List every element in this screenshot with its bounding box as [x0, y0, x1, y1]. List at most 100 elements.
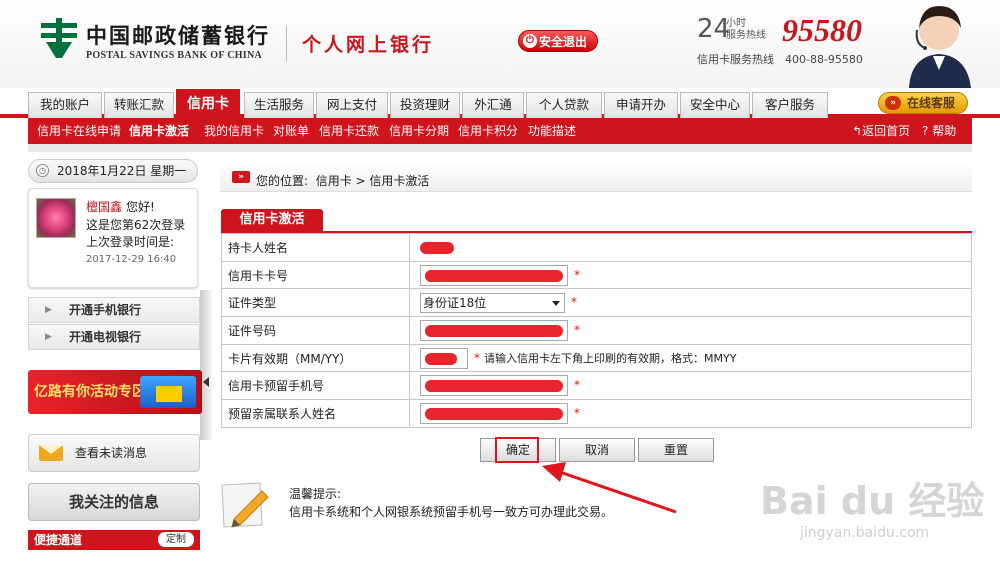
followed-info-button[interactable]: 我关注的信息 — [28, 483, 200, 521]
tab-life-services[interactable]: 生活服务 — [244, 92, 314, 118]
phone-input[interactable] — [420, 375, 568, 397]
form-row-relative: 预留亲属联系人姓名 * — [221, 399, 972, 428]
subnav-points[interactable]: 信用卡积分 — [458, 121, 518, 141]
logout-button[interactable]: ⏻ 安全退出 — [518, 30, 598, 52]
tips-title: 温馨提示: — [289, 487, 342, 501]
redacted-value — [425, 324, 563, 337]
promo-banner[interactable]: 亿路有你活动专区 — [28, 370, 202, 414]
breadcrumb-text: 您的位置: 信用卡 > 信用卡激活 — [256, 172, 429, 189]
user-name: 檀国鑫 — [86, 200, 123, 214]
help-icon: ? — [922, 124, 929, 138]
last-login-time: 2017-12-29 16:40 — [86, 254, 177, 265]
form-row-card-no: 信用卡卡号 * — [221, 260, 972, 290]
bank-name-en: POSTAL SAVINGS BANK OF CHINA — [86, 50, 263, 61]
tips-text: 信用卡系统和个人网银系统预留手机号一致方可办理此交易。 — [289, 505, 614, 519]
sidebar-item-label: 开通手机银行 — [69, 303, 142, 317]
required-mark: * — [574, 405, 580, 420]
tab-investment[interactable]: 投资理财 — [390, 92, 460, 118]
power-icon: ⏻ — [523, 34, 537, 48]
last-login-label: 上次登录时间是: — [86, 235, 175, 249]
card-number-label: 信用卡卡号 — [221, 260, 410, 290]
arrow-right-icon: ▶ — [45, 332, 52, 342]
form-row-id-no: 证件号码 * — [221, 316, 972, 345]
unread-label: 查看未读消息 — [75, 446, 148, 460]
cc-hotline: 信用卡服务热线 400-88-95580 — [697, 53, 863, 66]
subnav-statement[interactable]: 对账单 — [273, 121, 309, 141]
tab-transfer[interactable]: 转账汇款 — [104, 92, 174, 118]
subnav-my-cards[interactable]: 我的信用卡 — [204, 121, 264, 141]
expiry-label: 卡片有效期（MM/YY） — [221, 343, 410, 373]
id-type-value: 身份证18位 — [423, 295, 487, 310]
subnav-shadow — [28, 144, 972, 152]
collapse-sidebar-icon[interactable] — [203, 377, 209, 387]
subnav-repayment[interactable]: 信用卡还款 — [319, 121, 379, 141]
redacted-value — [425, 269, 563, 282]
hotline-caption: 小时 服务热线 — [726, 18, 766, 42]
required-mark: * — [574, 267, 580, 282]
help-link[interactable]: ? 帮助 — [922, 122, 956, 139]
expiry-input[interactable] — [420, 347, 468, 369]
redacted-value — [425, 380, 563, 393]
form-row-phone: 信用卡预留手机号 * — [221, 371, 972, 401]
required-mark: * — [571, 295, 577, 310]
phone-cell: * — [409, 371, 972, 401]
breadcrumb-label: 您的位置: — [256, 174, 309, 188]
envelope-icon — [39, 445, 63, 461]
login-count: 这是您第62次登录 — [86, 218, 186, 232]
gift-icon — [140, 376, 196, 408]
service-agent-icon — [909, 6, 971, 88]
redacted-value — [425, 352, 457, 365]
subnav-installment[interactable]: 信用卡分期 — [389, 121, 449, 141]
note-pencil-icon — [221, 482, 269, 528]
home-label: 返回首页 — [862, 124, 911, 138]
form-row-holder: 持卡人姓名 — [221, 233, 972, 262]
customize-button[interactable]: 定制 — [158, 532, 194, 547]
logout-label: 安全退出 — [539, 35, 588, 49]
date-display: ◷ 2018年1月22日 星期一 — [28, 159, 198, 183]
hotline-number: 95580 — [782, 12, 862, 48]
home-link[interactable]: ↰返回首页 — [852, 122, 910, 139]
bank-logo-icon — [41, 18, 77, 58]
holder-name-value — [409, 233, 972, 262]
id-type-cell: 身份证18位 * — [409, 288, 972, 318]
expiry-cell: * 请输入信用卡左下角上印刷的有效期，格式：MMYY — [409, 343, 972, 373]
id-type-select[interactable]: 身份证18位 — [420, 292, 565, 313]
tab-apply[interactable]: 申请开办 — [604, 92, 678, 118]
tab-customer-service[interactable]: 客户服务 — [752, 92, 828, 118]
relative-name-cell: * — [409, 399, 972, 428]
unread-messages-button[interactable]: 查看未读消息 — [28, 434, 200, 472]
sidebar-item-mobile-banking[interactable]: ▶ 开通手机银行 — [28, 297, 200, 323]
ebank-title: 个人网上银行 — [302, 34, 435, 56]
card-number-input[interactable] — [420, 264, 568, 286]
tab-security-center[interactable]: 安全中心 — [680, 92, 750, 118]
card-number-cell: * — [409, 260, 972, 290]
arrow-right-icon: ▶ — [45, 305, 52, 315]
sidebar-item-tv-banking[interactable]: ▶ 开通电视银行 — [28, 324, 200, 350]
chat-icon: » — [885, 96, 901, 110]
redacted-value — [425, 407, 563, 420]
tab-forex[interactable]: 外汇通 — [462, 92, 524, 118]
id-number-input[interactable] — [420, 319, 568, 341]
online-service-label: 在线客服 — [907, 96, 956, 110]
chevron-down-icon — [552, 300, 560, 306]
redacted-value — [420, 241, 454, 254]
subnav-description[interactable]: 功能描述 — [528, 121, 576, 141]
required-mark: * — [574, 378, 580, 393]
tab-personal-loan[interactable]: 个人贷款 — [526, 92, 602, 118]
form-title-tab: 信用卡激活 — [221, 209, 323, 231]
id-type-label: 证件类型 — [221, 288, 410, 318]
relative-name-input[interactable] — [420, 402, 568, 424]
tab-credit-card[interactable]: 信用卡 — [176, 89, 240, 118]
confirm-highlight-box — [495, 437, 539, 463]
subnav-apply-online[interactable]: 信用卡在线申请 — [37, 121, 121, 141]
tab-my-account[interactable]: 我的账户 — [28, 92, 102, 118]
holder-name-label: 持卡人姓名 — [221, 233, 410, 262]
date-text: 2018年1月22日 星期一 — [57, 164, 187, 178]
online-service-button[interactable]: » 在线客服 — [878, 92, 968, 114]
subnav-activate[interactable]: 信用卡激活 — [129, 121, 189, 141]
activation-form: 持卡人姓名 信用卡卡号 * 证件类型 身份证18位 * 证件号码 * 卡片有效期（… — [221, 233, 972, 428]
promo-label: 亿路有你活动专区 — [34, 384, 146, 400]
clock-icon: ◷ — [36, 164, 49, 177]
tab-online-payment[interactable]: 网上支付 — [316, 92, 388, 118]
id-number-cell: * — [409, 316, 972, 345]
